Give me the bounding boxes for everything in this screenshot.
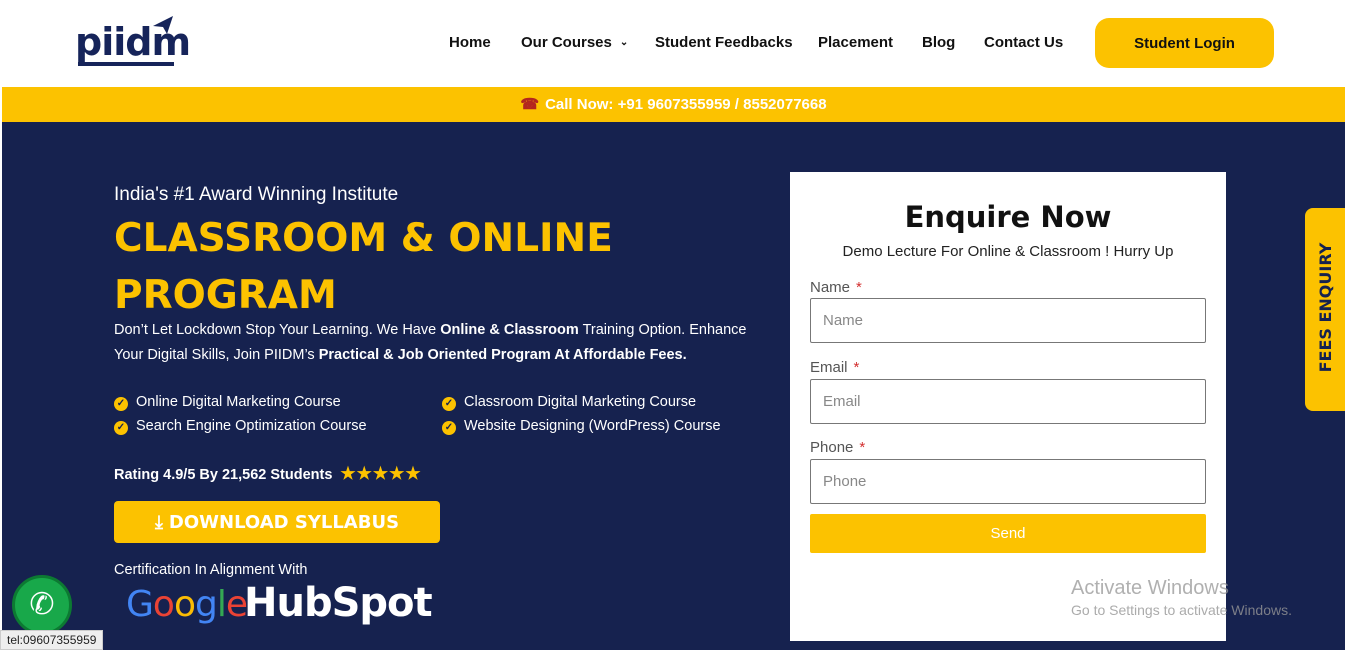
feature-label: Classroom Digital Marketing Course <box>464 394 697 410</box>
fees-enquiry-tab[interactable]: FEES ENQUIRY <box>1305 208 1345 411</box>
piidm-logo[interactable]: piidm <box>75 16 191 72</box>
feature-label: Website Designing (WordPress) Course <box>464 418 721 434</box>
required-asterisk: * <box>853 359 860 376</box>
phone-input[interactable] <box>810 459 1206 504</box>
nav-home[interactable]: Home <box>449 34 491 51</box>
paper-plane-icon <box>153 16 173 34</box>
call-now-numbers: +91 9607355959 / 8552077668 <box>617 96 827 113</box>
nav-our-courses-label: Our Courses <box>521 34 612 51</box>
hero-headline: CLASSROOM & ONLINE PROGRAM <box>114 216 613 318</box>
email-label: Email * <box>810 359 859 376</box>
download-icon: ⤓ <box>154 511 163 533</box>
send-button[interactable]: Send <box>810 514 1206 553</box>
status-bar-url: tel:09607355959 <box>0 630 104 650</box>
download-syllabus-label: DOWNLOAD SYLLABUS <box>168 511 400 533</box>
feature-item: ✓ Classroom Digital Marketing Course <box>442 394 696 411</box>
check-circle-icon: ✓ <box>442 397 456 411</box>
download-syllabus-button[interactable]: ⤓ DOWNLOAD SYLLABUS <box>114 501 440 543</box>
hero-tagline: India's #1 Award Winning Institute <box>114 184 399 205</box>
floating-call-button[interactable]: ✆ <box>12 575 72 635</box>
certification-label: Certification In Alignment With <box>114 562 308 578</box>
form-title: Enquire Now <box>904 200 1112 234</box>
five-star-icons: ★★★★★ <box>340 464 422 483</box>
rating-line: Rating 4.9/5 By 21,562 Students ★★★★★ <box>114 464 422 484</box>
feature-item: ✓ Search Engine Optimization Course <box>114 418 367 435</box>
desc-bold-1: Online & Classroom <box>440 322 579 338</box>
required-asterisk: * <box>856 279 862 296</box>
feature-item: ✓ Website Designing (WordPress) Course <box>442 418 721 435</box>
site-header: piidm Home Our Courses ⌄ Student Feedback… <box>0 0 1345 87</box>
nav-placement[interactable]: Placement <box>818 34 893 51</box>
google-logo: Google <box>126 584 248 625</box>
phone-label: Phone * <box>810 439 865 456</box>
logo-underline <box>78 62 174 66</box>
email-label-text: Email <box>810 359 848 376</box>
desc-bold-2: Practical & Job Oriented Program At Affo… <box>318 347 687 363</box>
activate-windows-title: Activate Windows <box>1071 577 1229 599</box>
check-circle-icon: ✓ <box>114 397 128 411</box>
phone-icon: ☎ <box>520 96 540 113</box>
fees-enquiry-label: FEES ENQUIRY <box>1316 242 1335 373</box>
phone-label-text: Phone <box>810 439 854 456</box>
check-circle-icon: ✓ <box>442 421 456 435</box>
feature-label: Online Digital Marketing Course <box>136 394 341 410</box>
feature-label: Search Engine Optimization Course <box>136 418 367 434</box>
name-label: Name * <box>810 279 862 296</box>
hero-section: India's #1 Award Winning Institute CLASS… <box>2 122 1345 650</box>
nav-blog[interactable]: Blog <box>922 34 955 51</box>
nav-student-feedbacks[interactable]: Student Feedbacks <box>655 34 793 51</box>
check-circle-icon: ✓ <box>114 421 128 435</box>
hubspot-logo: HubSpot <box>244 580 433 626</box>
form-subtitle: Demo Lecture For Online & Classroom ! Hu… <box>842 243 1174 260</box>
rating-text: Rating 4.9/5 By 21,562 Students <box>114 467 333 483</box>
required-asterisk: * <box>859 439 866 456</box>
student-login-button[interactable]: Student Login <box>1095 18 1274 68</box>
name-input[interactable] <box>810 298 1206 343</box>
nav-our-courses[interactable]: Our Courses ⌄ <box>521 34 628 51</box>
hero-description: Don’t Let Lockdown Stop Your Learning. W… <box>114 318 774 368</box>
name-label-text: Name <box>810 279 851 296</box>
desc-text-1: Don’t Let Lockdown Stop Your Learning. W… <box>114 322 441 338</box>
email-input[interactable] <box>810 379 1206 424</box>
chevron-down-icon: ⌄ <box>619 37 629 48</box>
call-now-bar[interactable]: ☎ Call Now: +91 9607355959 / 8552077668 <box>2 87 1345 122</box>
phone-icon: ✆ <box>29 588 55 621</box>
feature-item: ✓ Online Digital Marketing Course <box>114 394 341 411</box>
call-now-label: Call Now: <box>545 96 618 113</box>
enquiry-form: Enquire Now Demo Lecture For Online & Cl… <box>790 172 1226 641</box>
nav-contact-us[interactable]: Contact Us <box>984 34 1063 51</box>
activate-windows-subtitle: Go to Settings to activate Windows. <box>1071 602 1292 618</box>
